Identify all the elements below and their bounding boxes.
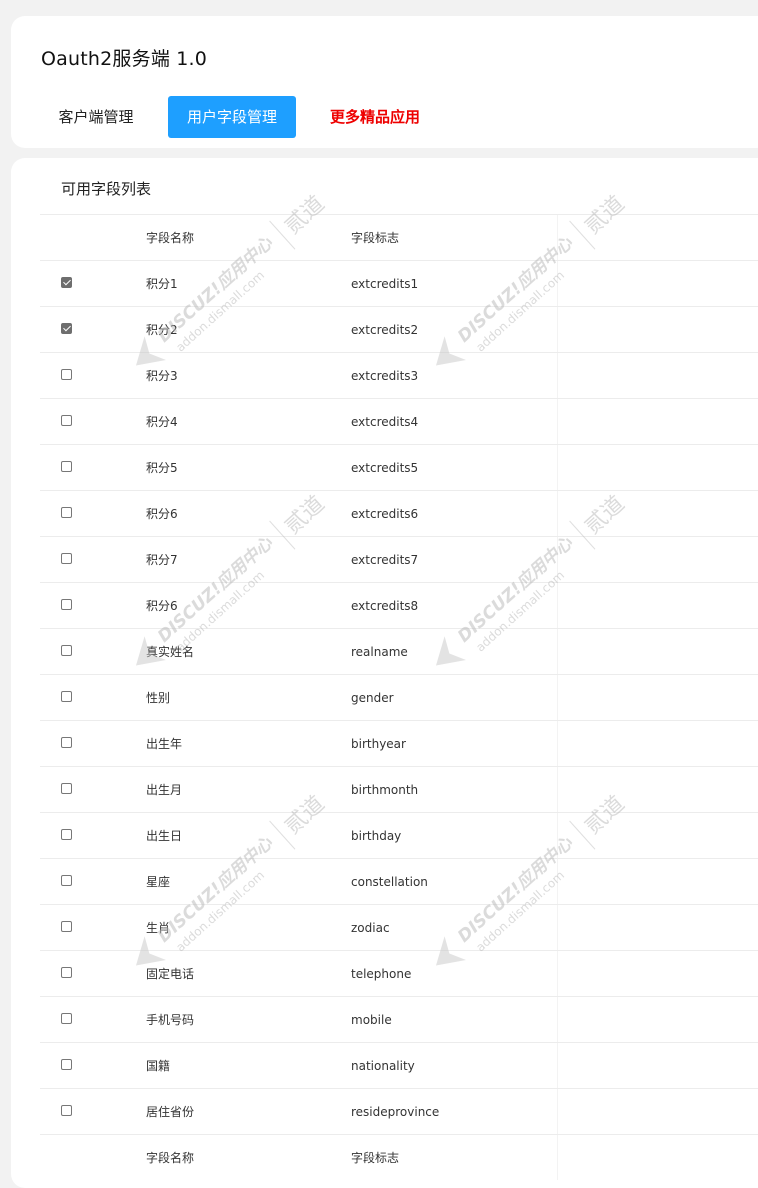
table-row: 积分6 extcredits6 bbox=[40, 490, 758, 536]
field-checkbox[interactable] bbox=[61, 461, 72, 472]
table-row: 手机号码 mobile bbox=[40, 996, 758, 1042]
app-title: Oauth2服务端 1.0 bbox=[41, 48, 208, 70]
field-checkbox[interactable] bbox=[61, 829, 72, 840]
field-key: zodiac bbox=[351, 921, 390, 935]
field-checkbox[interactable] bbox=[61, 783, 72, 794]
field-name: 积分1 bbox=[146, 277, 178, 291]
field-key: mobile bbox=[351, 1013, 392, 1027]
table-row: 固定电话 telephone bbox=[40, 950, 758, 996]
field-name: 居住省份 bbox=[146, 1105, 195, 1119]
field-name: 积分7 bbox=[146, 553, 178, 567]
table-row: 出生日 birthday bbox=[40, 812, 758, 858]
field-key: extcredits7 bbox=[351, 553, 419, 567]
table-row: 积分7 extcredits7 bbox=[40, 536, 758, 582]
header-field-key: 字段标志 bbox=[351, 231, 400, 245]
field-checkbox[interactable] bbox=[61, 645, 72, 656]
field-name: 积分6 bbox=[146, 507, 178, 521]
field-name: 星座 bbox=[146, 875, 171, 889]
header-field-name: 字段名称 bbox=[146, 231, 195, 245]
tab-user-field-management[interactable]: 用户字段管理 bbox=[168, 96, 296, 138]
field-checkbox[interactable] bbox=[61, 369, 72, 380]
field-key: telephone bbox=[351, 967, 412, 981]
field-key: constellation bbox=[351, 875, 428, 889]
field-checkbox[interactable] bbox=[61, 507, 72, 518]
field-table: 字段名称 字段标志 积分1 extcredits1 积分2 extcredits2 积分… bbox=[40, 214, 758, 1180]
field-key: extcredits6 bbox=[351, 507, 419, 521]
field-key: birthmonth bbox=[351, 783, 419, 797]
field-key: extcredits1 bbox=[351, 277, 419, 291]
field-checkbox[interactable] bbox=[61, 921, 72, 932]
table-row: 积分1 extcredits1 bbox=[40, 260, 758, 306]
field-checkbox[interactable] bbox=[61, 553, 72, 564]
field-name: 性别 bbox=[146, 691, 171, 705]
field-key: extcredits8 bbox=[351, 599, 419, 613]
table-footer-row: 字段名称 字段标志 bbox=[40, 1134, 758, 1180]
field-key: nationality bbox=[351, 1059, 415, 1073]
field-key: extcredits3 bbox=[351, 369, 419, 383]
field-key: birthyear bbox=[351, 737, 406, 751]
field-name: 积分6 bbox=[146, 599, 178, 613]
footer-field-key: 字段标志 bbox=[351, 1151, 400, 1165]
field-name: 手机号码 bbox=[146, 1013, 195, 1027]
field-checkbox[interactable] bbox=[61, 599, 72, 610]
table-row: 居住省份 resideprovince bbox=[40, 1088, 758, 1134]
table-row: 生肖 zodiac bbox=[40, 904, 758, 950]
field-name: 出生年 bbox=[146, 737, 183, 751]
table-row: 出生月 birthmonth bbox=[40, 766, 758, 812]
field-key: resideprovince bbox=[351, 1105, 440, 1119]
table-row: 积分3 extcredits3 bbox=[40, 352, 758, 398]
field-name: 积分4 bbox=[146, 415, 178, 429]
field-checkbox[interactable] bbox=[61, 737, 72, 748]
table-row: 国籍 nationality bbox=[40, 1042, 758, 1088]
field-checkbox[interactable] bbox=[61, 691, 72, 702]
field-checkbox[interactable] bbox=[61, 277, 72, 288]
table-row: 真实姓名 realname bbox=[40, 628, 758, 674]
table-row: 性别 gender bbox=[40, 674, 758, 720]
tab-client-management[interactable]: 客户端管理 bbox=[41, 96, 151, 138]
table-row: 积分6 extcredits8 bbox=[40, 582, 758, 628]
field-checkbox[interactable] bbox=[61, 967, 72, 978]
field-name: 积分3 bbox=[146, 369, 178, 383]
field-name: 出生月 bbox=[146, 783, 183, 797]
header-card: Oauth2服务端 1.0 客户端管理 用户字段管理 更多精品应用 bbox=[11, 16, 758, 148]
field-key: gender bbox=[351, 691, 394, 705]
field-key: birthday bbox=[351, 829, 402, 843]
field-name: 生肖 bbox=[146, 921, 171, 935]
field-checkbox[interactable] bbox=[61, 875, 72, 886]
table-row: 积分2 extcredits2 bbox=[40, 306, 758, 352]
field-checkbox[interactable] bbox=[61, 415, 72, 426]
field-name: 固定电话 bbox=[146, 967, 195, 981]
field-checkbox[interactable] bbox=[61, 323, 72, 334]
field-checkbox[interactable] bbox=[61, 1013, 72, 1024]
tab-more-apps[interactable]: 更多精品应用 bbox=[311, 96, 439, 138]
table-row: 积分5 extcredits5 bbox=[40, 444, 758, 490]
table-header-row: 字段名称 字段标志 bbox=[40, 214, 758, 260]
field-name: 积分5 bbox=[146, 461, 178, 475]
field-key: realname bbox=[351, 645, 408, 659]
section-title: 可用字段列表 bbox=[61, 180, 152, 198]
table-row: 出生年 birthyear bbox=[40, 720, 758, 766]
table-row: 积分4 extcredits4 bbox=[40, 398, 758, 444]
footer-field-name: 字段名称 bbox=[146, 1151, 195, 1165]
field-key: extcredits2 bbox=[351, 323, 419, 337]
field-name: 出生日 bbox=[146, 829, 183, 843]
field-name: 国籍 bbox=[146, 1059, 171, 1073]
field-name: 积分2 bbox=[146, 323, 178, 337]
field-list-card: 可用字段列表 字段名称 字段标志 积分1 extcredits1 积分2 extcre… bbox=[11, 158, 758, 1188]
field-key: extcredits4 bbox=[351, 415, 419, 429]
field-checkbox[interactable] bbox=[61, 1105, 72, 1116]
field-name: 真实姓名 bbox=[146, 645, 195, 659]
table-row: 星座 constellation bbox=[40, 858, 758, 904]
field-key: extcredits5 bbox=[351, 461, 419, 475]
field-checkbox[interactable] bbox=[61, 1059, 72, 1070]
